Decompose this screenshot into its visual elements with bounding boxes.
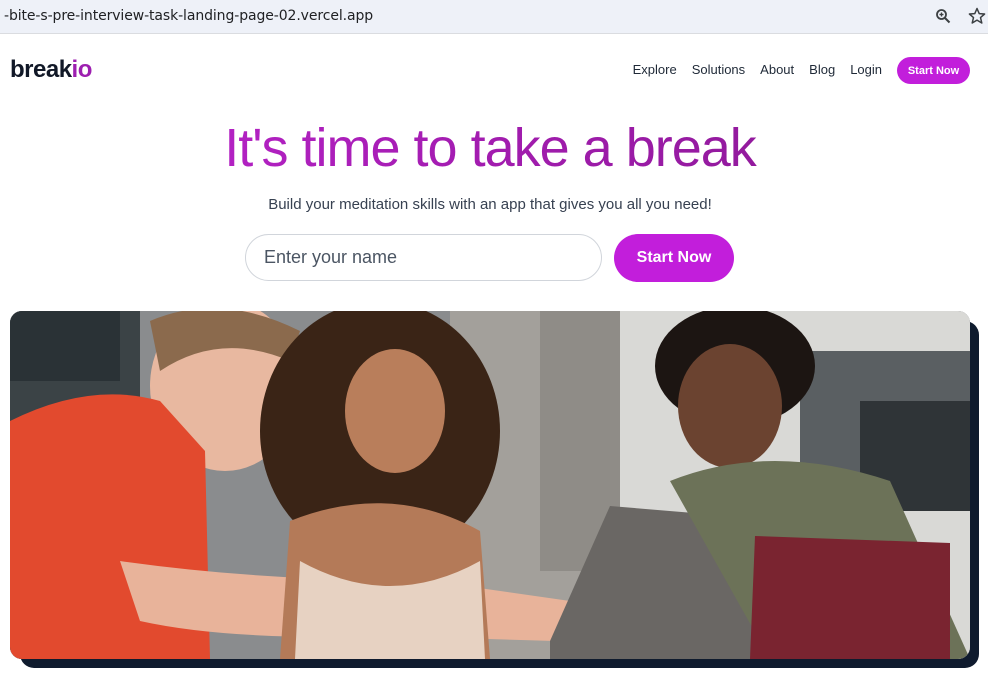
- nav-links: Explore Solutions About Blog Login: [633, 62, 882, 77]
- nav-link-login[interactable]: Login: [850, 62, 882, 77]
- nav-link-about[interactable]: About: [760, 62, 794, 77]
- nav-link-blog[interactable]: Blog: [809, 62, 835, 77]
- site-nav: breakio Explore Solutions About Blog Log…: [0, 40, 988, 100]
- nav-link-solutions[interactable]: Solutions: [692, 62, 745, 77]
- logo-accent: io: [71, 56, 93, 83]
- logo-main: break: [10, 56, 72, 83]
- browser-actions: [932, 5, 988, 27]
- nav-start-now-button[interactable]: Start Now: [897, 57, 970, 84]
- hero-start-now-button[interactable]: Start Now: [614, 234, 734, 282]
- url-text[interactable]: -bite-s-pre-interview-task-landing-page-…: [4, 8, 373, 24]
- zoom-icon[interactable]: [932, 5, 954, 27]
- logo[interactable]: breakio: [10, 56, 92, 84]
- browser-address-bar: -bite-s-pre-interview-task-landing-page-…: [0, 0, 988, 34]
- star-icon[interactable]: [966, 5, 988, 27]
- name-input[interactable]: [245, 234, 602, 281]
- hero-image: [10, 311, 970, 659]
- nav-link-explore[interactable]: Explore: [633, 62, 677, 77]
- hero-subtitle: Build your meditation skills with an app…: [268, 196, 712, 213]
- hero-title: It's time to take a break: [0, 117, 980, 179]
